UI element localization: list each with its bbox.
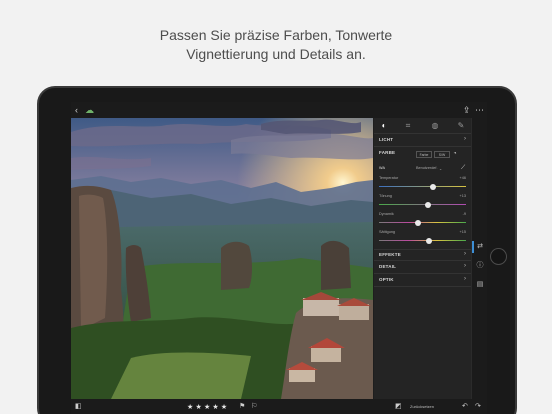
chevron-right-icon: ›: [464, 136, 466, 142]
chevron-left-icon[interactable]: ‹: [75, 105, 78, 115]
color-mixer-icon[interactable]: ◔: [453, 151, 457, 157]
vibrance-knob[interactable]: [415, 219, 421, 226]
lightroom-screen: ‹ ☁ ⇪ ⋯ ◐ ⌗ ◍ ✎ LICHT › FARBE Farbe S/W …: [71, 102, 487, 414]
tint-track[interactable]: [379, 204, 466, 205]
cloud-sync-icon[interactable]: ☁: [85, 105, 94, 115]
tint-value: +13: [459, 194, 466, 198]
reject-flag-icon[interactable]: ⚐: [251, 403, 257, 411]
info-icon[interactable]: ⓘ: [476, 262, 484, 270]
more-icon[interactable]: ⋯: [475, 105, 484, 115]
section-licht[interactable]: LICHT ›: [374, 135, 471, 147]
app-store-screenshot: Passen Sie präzise Farben, Tonwerte Vign…: [0, 0, 552, 414]
temperature-track[interactable]: [379, 186, 466, 187]
panel-tabs: ◐ ⌗ ◍ ✎: [374, 118, 471, 134]
section-detail[interactable]: DETAIL ›: [374, 262, 471, 274]
reset-button[interactable]: Zurücksetzen: [410, 404, 434, 409]
vibrance-label: Dynamik: [379, 212, 394, 216]
chevron-right-icon: ›: [464, 263, 466, 269]
saturation-label: Sättigung: [379, 230, 396, 234]
crop-icon[interactable]: ⌗: [403, 121, 413, 131]
vibrance-track[interactable]: [379, 222, 466, 223]
temperature-label: Temperatur: [379, 176, 399, 180]
section-detail-label: DETAIL: [379, 264, 397, 269]
vibrance-slider[interactable]: Dynamik -9: [379, 212, 466, 227]
ipad-device-frame: ‹ ☁ ⇪ ⋯ ◐ ⌗ ◍ ✎ LICHT › FARBE Farbe S/W …: [37, 86, 517, 414]
tint-slider[interactable]: Tönung +13: [379, 194, 466, 209]
headline-line-1: Passen Sie präzise Farben, Tonwerte: [159, 27, 393, 43]
saturation-value: +15: [459, 230, 466, 234]
top-toolbar: ‹ ☁ ⇪ ⋯: [71, 102, 487, 118]
comment-icon[interactable]: ▤: [476, 281, 484, 289]
headline-line-2: Vignettierung und Details an.: [186, 46, 366, 62]
photo-canvas[interactable]: [71, 118, 373, 399]
section-farbe-label: FARBE: [379, 150, 396, 155]
edit-panel: ◐ ⌗ ◍ ✎ LICHT › FARBE Farbe S/W ◔ WA Ben…: [374, 118, 471, 399]
eyedropper-icon[interactable]: ⟋: [461, 165, 465, 172]
chevron-right-icon: ›: [464, 251, 466, 257]
saturation-knob[interactable]: [426, 237, 432, 244]
meteora-landscape-photo: [71, 118, 373, 399]
temperature-knob[interactable]: [430, 183, 436, 190]
reset-icon[interactable]: ◩: [395, 403, 402, 411]
tint-knob[interactable]: [425, 201, 431, 208]
vibrance-value: -9: [462, 212, 466, 216]
selected-indicator: [472, 241, 474, 253]
healing-icon[interactable]: ✎: [456, 121, 466, 131]
mode-color-toggle[interactable]: Farbe: [416, 151, 432, 158]
home-button: [490, 248, 507, 265]
saturation-slider[interactable]: Sättigung +15: [379, 230, 466, 245]
redo-icon[interactable]: ↷: [475, 403, 481, 411]
saturation-track[interactable]: [379, 240, 466, 241]
chevron-right-icon: ›: [464, 276, 466, 282]
section-optik[interactable]: OPTIK ›: [374, 275, 471, 287]
mode-bw-toggle[interactable]: S/W: [434, 151, 450, 158]
section-effekte[interactable]: EFFEKTE ›: [374, 249, 471, 261]
filters-icon[interactable]: ◍: [430, 121, 440, 131]
temperature-slider[interactable]: Temperatur +46: [379, 176, 466, 191]
presets-icon[interactable]: ⇄: [476, 243, 484, 251]
pick-flag-icon[interactable]: ⚑: [239, 403, 245, 411]
share-icon[interactable]: ⇪: [463, 105, 471, 115]
temperature-value: +46: [459, 176, 466, 180]
rating-stars[interactable]: ★★★★★: [187, 403, 229, 411]
wb-label: WA: [379, 166, 385, 170]
promo-headline: Passen Sie präzise Farben, Tonwerte Vign…: [0, 26, 552, 64]
section-licht-label: LICHT: [379, 137, 394, 142]
tint-label: Tönung: [379, 194, 392, 198]
section-effekte-label: EFFEKTE: [379, 252, 401, 257]
edit-icon[interactable]: ◐: [379, 121, 389, 131]
undo-icon[interactable]: ↶: [462, 403, 468, 411]
bottom-toolbar: ◧ ★★★★★ ⚑ ⚐ ◩ Zurücksetzen ↶ ↷: [71, 399, 487, 414]
wb-preset-dropdown[interactable]: Benutzerdef.: [416, 166, 438, 170]
compare-icon[interactable]: ◧: [75, 403, 82, 411]
section-optik-label: OPTIK: [379, 277, 394, 282]
right-tool-rail: ⇄ ⓘ ▤: [471, 118, 487, 399]
chevron-down-icon: ⌄: [439, 167, 443, 171]
